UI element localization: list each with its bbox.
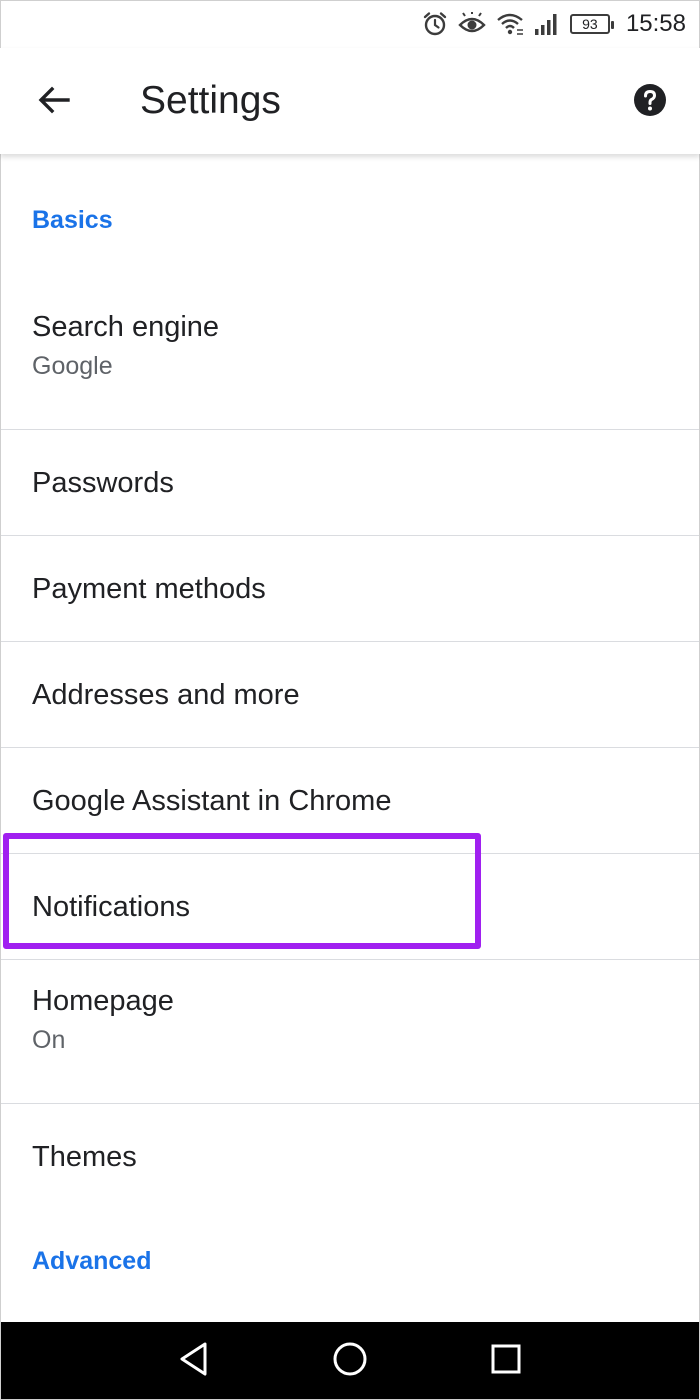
arrow-back-icon	[36, 82, 72, 123]
settings-item-themes[interactable]: Themes	[0, 1104, 700, 1210]
nav-recents-button[interactable]	[478, 1333, 534, 1389]
signal-icon	[534, 12, 560, 36]
eye-comfort-icon	[458, 12, 486, 36]
status-bar: 93 15:58	[0, 0, 700, 48]
battery-level: 93	[582, 16, 598, 32]
item-title: Google Assistant in Chrome	[32, 784, 392, 817]
status-icons: 93 15:58	[422, 8, 686, 40]
item-subtitle: On	[32, 1026, 66, 1054]
item-subtitle: Google	[32, 352, 113, 380]
notifications-highlight-box	[3, 833, 481, 949]
app-toolbar: Settings	[0, 48, 700, 154]
status-time: 15:58	[625, 10, 686, 37]
item-title: Themes	[32, 1141, 137, 1173]
settings-item-passwords[interactable]: Passwords	[0, 430, 700, 536]
nav-home-button[interactable]	[322, 1333, 378, 1389]
alarm-icon	[422, 11, 448, 37]
home-circle-icon	[332, 1341, 368, 1382]
item-title: Passwords	[32, 466, 174, 499]
system-nav-bar	[0, 1322, 700, 1400]
battery-icon: 93	[569, 14, 614, 34]
item-title: Addresses and more	[32, 678, 300, 711]
settings-item-homepage[interactable]: Homepage On	[0, 960, 700, 1104]
page-title: Settings	[140, 79, 281, 122]
item-title: Search engine	[32, 311, 220, 343]
nav-back-button[interactable]	[166, 1333, 222, 1389]
help-icon	[633, 83, 667, 122]
back-button[interactable]	[24, 74, 84, 130]
item-title: Homepage	[32, 985, 174, 1017]
settings-item-search-engine[interactable]: Search engine Google	[0, 286, 700, 430]
section-header-advanced[interactable]: Advanced	[0, 1210, 700, 1310]
back-triangle-icon	[177, 1341, 211, 1382]
item-title: Payment methods	[32, 572, 266, 605]
section-header-basics: Basics	[32, 206, 113, 234]
settings-item-payment-methods[interactable]: Payment methods	[0, 536, 700, 642]
settings-item-addresses[interactable]: Addresses and more	[0, 642, 700, 748]
wifi-icon	[496, 12, 524, 36]
recents-square-icon	[490, 1343, 522, 1380]
settings-list: Basics Search engine Google Passwords Pa…	[0, 154, 700, 1310]
help-button[interactable]	[624, 78, 676, 126]
